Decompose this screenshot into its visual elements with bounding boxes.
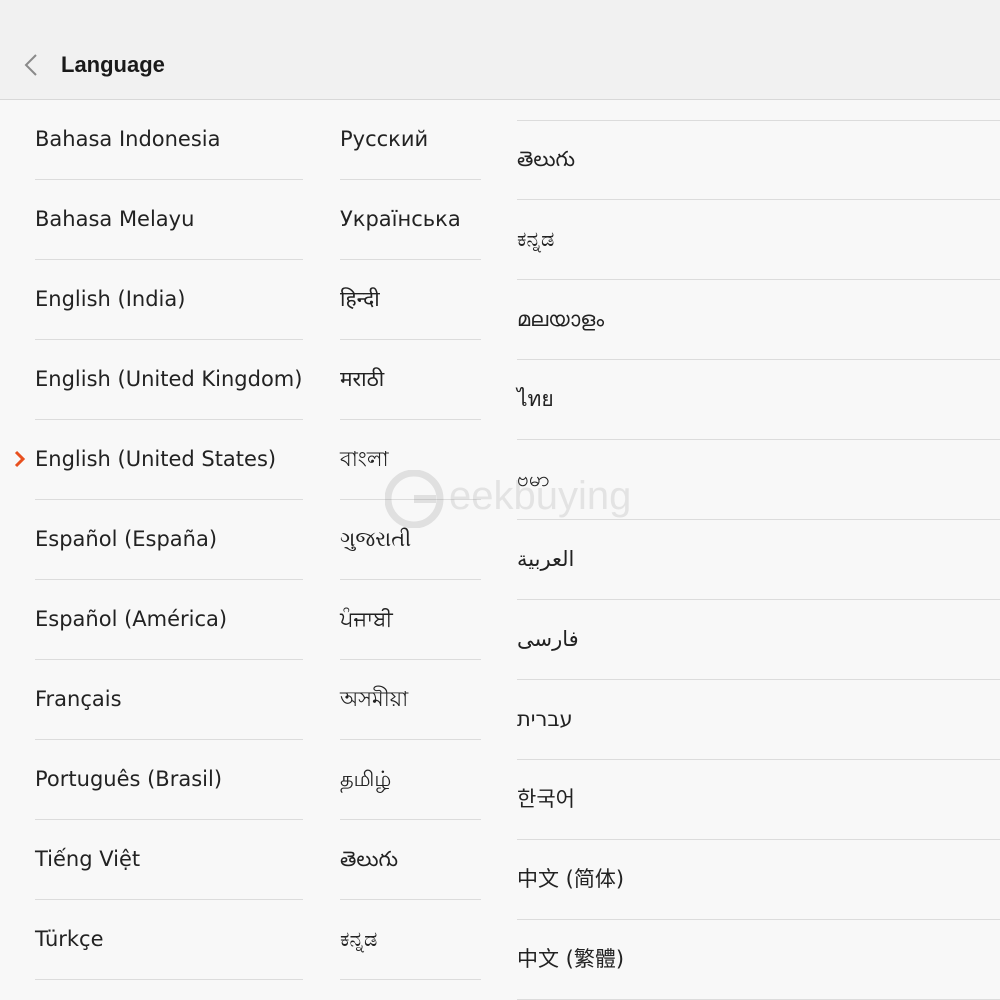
language-item[interactable]: తెలుగు (517, 120, 1000, 200)
language-label: Tiếng Việt (35, 847, 141, 871)
language-label: עברית (517, 707, 573, 731)
language-item[interactable]: हिन्दी (340, 260, 481, 340)
language-label: Русский (340, 127, 429, 151)
language-item[interactable]: Русский (340, 100, 481, 180)
language-label: हिन्दी (340, 287, 380, 311)
language-item[interactable]: ಕನ್ನಡ (340, 900, 481, 980)
language-label: తెలుగు (340, 847, 399, 871)
language-label: ગુજરાતી (340, 527, 412, 551)
language-label: 한국어 (517, 787, 575, 811)
language-label: English (India) (35, 287, 186, 311)
language-item[interactable]: తెలుగు (340, 820, 481, 900)
language-label: 中文 (繁體) (517, 947, 625, 971)
language-item[interactable]: मराठी (340, 340, 481, 420)
language-label: मराठी (340, 367, 385, 391)
language-item-selected[interactable]: English (United States) (14, 420, 303, 500)
language-item[interactable]: ไทย (517, 360, 1000, 440)
language-item[interactable]: Español (España) (35, 500, 303, 580)
language-label: Español (América) (35, 607, 228, 631)
language-label: Português (Brasil) (35, 767, 223, 791)
language-label: Українська (340, 207, 461, 231)
language-item[interactable]: English (United Kingdom) (35, 340, 303, 420)
language-label: ಕನ್ನಡ (517, 227, 555, 251)
language-label: Español (España) (35, 527, 218, 551)
language-label: অসমীয়া (340, 687, 409, 711)
language-item[interactable]: עברית (517, 680, 1000, 760)
language-label: Bahasa Indonesia (35, 127, 221, 151)
language-label: فارسی (517, 627, 579, 651)
language-label: ಕನ್ನಡ (340, 927, 378, 951)
back-button[interactable] (20, 48, 44, 82)
language-item[interactable]: Tiếng Việt (35, 820, 303, 900)
language-column-3: తెలుగు ಕನ್ನಡ മലയാളം ไทย ဗမာ العربية فارس… (517, 120, 1000, 1000)
language-label: Türkçe (35, 927, 104, 951)
language-label: English (United Kingdom) (35, 367, 303, 391)
page-title: Language (61, 52, 165, 77)
selected-chevron-icon (14, 450, 26, 468)
language-item[interactable]: Bahasa Melayu (35, 180, 303, 260)
language-item[interactable]: ગુજરાતી (340, 500, 481, 580)
language-label: ဗမာ (517, 467, 550, 491)
language-item[interactable]: العربية (517, 520, 1000, 600)
language-label: 中文 (简体) (517, 867, 625, 891)
language-item[interactable]: فارسی (517, 600, 1000, 680)
language-item[interactable]: অসমীয়া (340, 660, 481, 740)
language-label: Bahasa Melayu (35, 207, 195, 231)
language-item[interactable]: 中文 (简体) (517, 840, 1000, 920)
chevron-left-icon (24, 54, 37, 76)
language-column-1: Bahasa Indonesia Bahasa Melayu English (… (14, 100, 303, 980)
language-label: മലയാളം (517, 307, 605, 331)
language-item[interactable]: Türkçe (35, 900, 303, 980)
language-item[interactable]: മലയാളം (517, 280, 1000, 360)
language-label: ไทย (517, 387, 554, 411)
language-item[interactable]: Español (América) (35, 580, 303, 660)
language-item[interactable]: Français (35, 660, 303, 740)
language-item[interactable]: 한국어 (517, 760, 1000, 840)
language-label: தமிழ் (340, 767, 392, 791)
language-item[interactable]: Українська (340, 180, 481, 260)
language-label: Français (35, 687, 122, 711)
language-item[interactable]: ਪੰਜਾਬੀ (340, 580, 481, 660)
language-item[interactable]: ဗမာ (517, 440, 1000, 520)
language-label: বাংলা (340, 447, 389, 471)
language-item[interactable]: 中文 (繁體) (517, 920, 1000, 1000)
language-item[interactable]: Bahasa Indonesia (35, 100, 303, 180)
top-bar: Language (0, 0, 1000, 100)
language-item[interactable]: Português (Brasil) (35, 740, 303, 820)
language-label: العربية (517, 547, 575, 571)
language-label: English (United States) (35, 447, 277, 471)
language-item[interactable]: ಕನ್ನಡ (517, 200, 1000, 280)
language-label: తెలుగు (517, 147, 576, 171)
language-item[interactable]: বাংলা (340, 420, 481, 500)
language-item[interactable]: English (India) (35, 260, 303, 340)
language-column-2: Русский Українська हिन्दी मराठी বাংলা ગુ… (340, 100, 481, 980)
language-item[interactable]: தமிழ் (340, 740, 481, 820)
language-label: ਪੰਜਾਬੀ (340, 607, 393, 631)
